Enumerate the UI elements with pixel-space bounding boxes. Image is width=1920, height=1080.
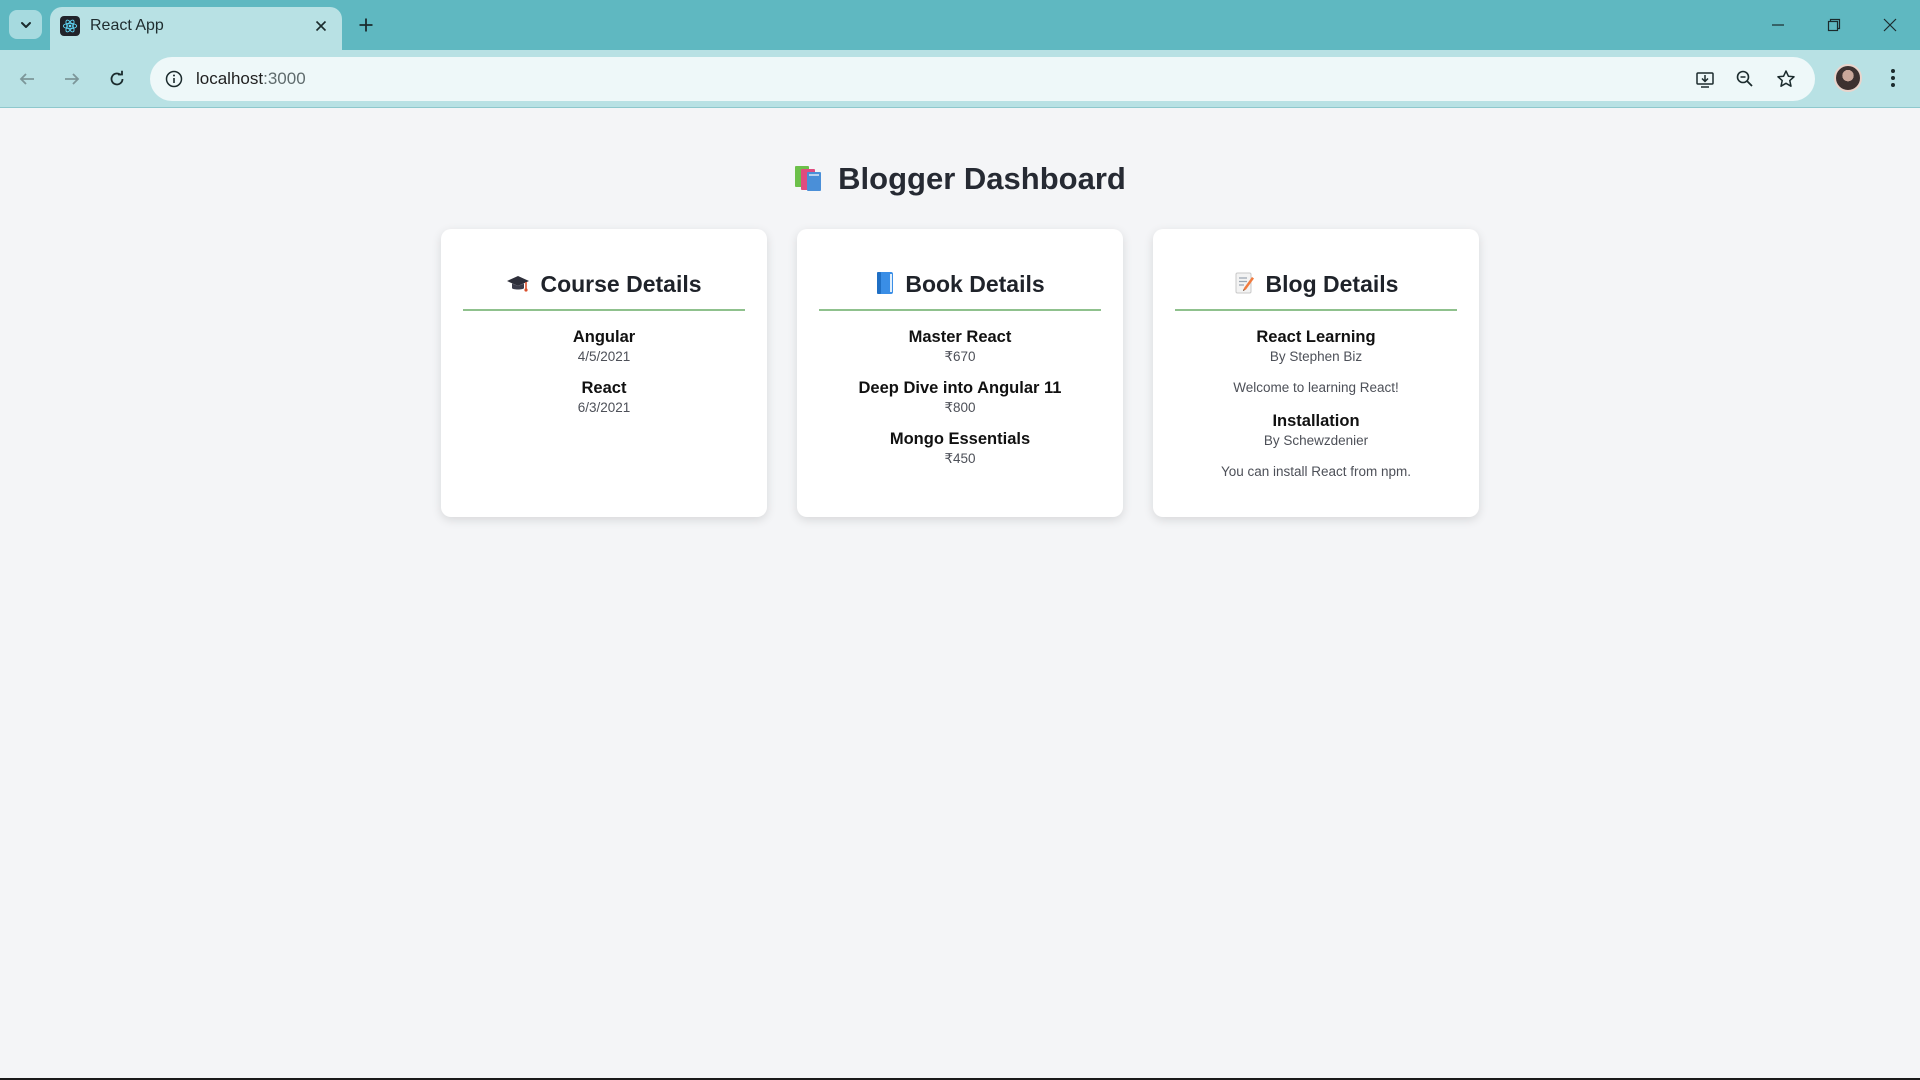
blog-card: Blog Details React Learning By Stephen B… xyxy=(1153,229,1479,517)
tab-close-button[interactable] xyxy=(309,14,333,38)
book-name: Mongo Essentials xyxy=(889,430,1031,448)
blue-book-icon xyxy=(875,271,895,301)
url-text[interactable]: localhost:3000 xyxy=(196,69,306,89)
graduation-cap-icon xyxy=(506,273,530,301)
books-icon xyxy=(794,162,826,200)
browser-menu-button[interactable] xyxy=(1877,61,1909,95)
book-card: Book Details Master React ₹670 Deep Dive… xyxy=(797,229,1123,517)
blog-item: React Learning By Stephen Biz Welcome to… xyxy=(1175,327,1457,397)
course-card: Course Details Angular 4/5/2021 React 6/… xyxy=(441,229,767,517)
blog-author: By Schewzdenier xyxy=(1263,433,1369,448)
info-icon xyxy=(165,70,183,88)
minimize-icon xyxy=(1772,24,1784,26)
tab-search-button[interactable] xyxy=(9,10,42,39)
course-item: React 6/3/2021 xyxy=(463,378,745,417)
course-date: 6/3/2021 xyxy=(577,400,631,415)
blog-title: Installation xyxy=(1272,412,1360,430)
kebab-menu-icon xyxy=(1891,69,1895,87)
book-item: Master React ₹670 xyxy=(819,327,1101,366)
course-card-divider xyxy=(463,309,745,311)
arrow-left-icon xyxy=(19,73,34,85)
browser-tab-active[interactable]: React App xyxy=(50,7,342,50)
star-icon xyxy=(1777,70,1795,87)
react-favicon-icon xyxy=(60,16,80,36)
book-card-heading-text: Book Details xyxy=(905,271,1045,297)
restore-button[interactable] xyxy=(1806,0,1862,50)
address-bar[interactable]: localhost:3000 xyxy=(150,57,1815,101)
arrow-right-icon xyxy=(65,73,80,85)
profile-avatar[interactable] xyxy=(1834,64,1862,92)
page-viewport: Blogger Dashboard Course Details Angular xyxy=(0,109,1920,1078)
chevron-down-icon xyxy=(20,21,31,28)
blog-content: You can install React from npm. xyxy=(1220,464,1412,479)
page-title: Blogger Dashboard xyxy=(0,161,1920,200)
book-price: ₹800 xyxy=(944,400,976,415)
browser-toolbar: localhost:3000 xyxy=(0,50,1920,108)
blog-card-divider xyxy=(1175,309,1457,311)
close-icon xyxy=(1883,18,1897,32)
book-card-heading: Book Details xyxy=(819,271,1101,303)
site-info-button[interactable] xyxy=(160,65,188,93)
book-name: Master React xyxy=(908,328,1012,346)
cards-row: Course Details Angular 4/5/2021 React 6/… xyxy=(441,229,1479,517)
url-host: localhost xyxy=(196,69,264,88)
plus-icon xyxy=(359,18,373,32)
blog-card-heading: Blog Details xyxy=(1175,271,1457,303)
bookmark-button[interactable] xyxy=(1772,65,1800,93)
blog-title: React Learning xyxy=(1256,328,1376,346)
minimize-button[interactable] xyxy=(1750,0,1806,50)
course-list: Angular 4/5/2021 React 6/3/2021 xyxy=(463,327,745,417)
course-date: 4/5/2021 xyxy=(577,349,631,364)
memo-icon xyxy=(1234,271,1256,301)
book-card-divider xyxy=(819,309,1101,311)
new-tab-button[interactable] xyxy=(352,11,380,39)
install-app-button[interactable] xyxy=(1691,65,1719,93)
book-name: Deep Dive into Angular 11 xyxy=(858,379,1062,397)
url-port: :3000 xyxy=(263,69,306,88)
blog-content: Welcome to learning React! xyxy=(1233,380,1399,395)
course-name: Angular xyxy=(572,328,636,346)
book-item: Deep Dive into Angular 11 ₹800 xyxy=(819,378,1101,417)
zoom-out-icon xyxy=(1736,70,1753,87)
browser-titlebar: React App xyxy=(0,0,1920,50)
blog-author: By Stephen Biz xyxy=(1269,349,1363,364)
book-item: Mongo Essentials ₹450 xyxy=(819,429,1101,468)
zoom-button[interactable] xyxy=(1731,65,1759,93)
tab-title: React App xyxy=(90,17,164,34)
course-card-heading: Course Details xyxy=(463,271,745,303)
blog-card-heading-text: Blog Details xyxy=(1265,271,1399,297)
course-item: Angular 4/5/2021 xyxy=(463,327,745,366)
page-title-text: Blogger Dashboard xyxy=(838,161,1126,196)
forward-button[interactable] xyxy=(54,61,90,97)
install-icon xyxy=(1696,72,1714,88)
book-list: Master React ₹670 Deep Dive into Angular… xyxy=(819,327,1101,468)
book-price: ₹450 xyxy=(944,451,976,466)
book-price: ₹670 xyxy=(944,349,976,364)
course-card-heading-text: Course Details xyxy=(540,271,702,297)
reload-button[interactable] xyxy=(99,61,135,97)
blog-list: React Learning By Stephen Biz Welcome to… xyxy=(1175,327,1457,481)
reload-icon xyxy=(110,70,124,86)
blog-item: Installation By Schewzdenier You can ins… xyxy=(1175,411,1457,481)
back-button[interactable] xyxy=(9,61,45,97)
restore-icon xyxy=(1827,18,1841,32)
close-icon xyxy=(315,20,327,32)
course-name: React xyxy=(581,379,627,397)
close-window-button[interactable] xyxy=(1862,0,1918,50)
